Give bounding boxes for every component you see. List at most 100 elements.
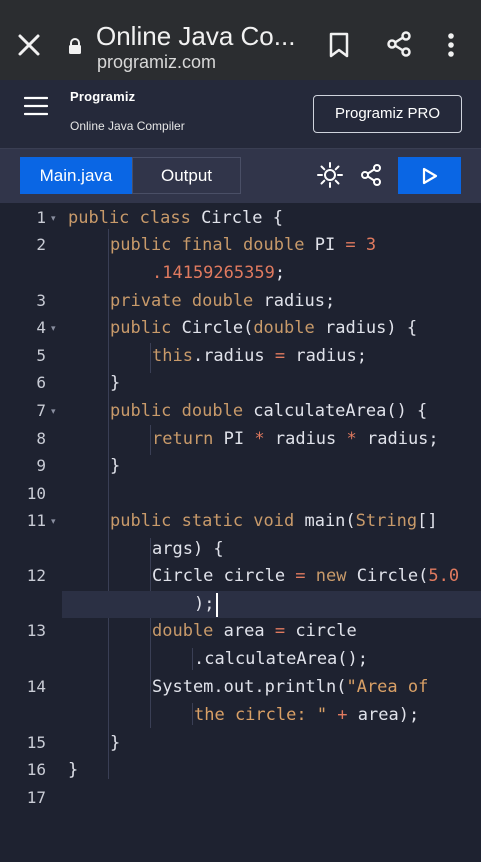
code-line[interactable]: the circle: " + area); xyxy=(194,705,419,725)
line-number: 8 xyxy=(36,429,46,448)
code-token: public xyxy=(110,318,182,338)
code-line[interactable]: public Circle(double radius) { xyxy=(110,318,417,338)
code-line[interactable]: .14159265359; xyxy=(152,263,285,283)
code-token: = xyxy=(274,346,296,366)
play-icon xyxy=(422,167,438,185)
code-editor[interactable]: 1 ▾ 2 3 4 ▾ 5 6 7 ▾ 8 9 10 11 ▾ 12 13 14 15 16 17 public cla… xyxy=(0,203,481,862)
code-token: = xyxy=(345,235,366,255)
code-line[interactable]: Circle circle = new Circle(5.0 xyxy=(152,566,459,586)
code-token: area); xyxy=(357,705,420,725)
code-token: PI xyxy=(314,235,346,255)
code-token: PI xyxy=(223,429,255,449)
code-token: radius xyxy=(274,429,347,449)
bookmark-icon[interactable] xyxy=(328,32,350,58)
code-line[interactable]: } xyxy=(68,760,78,780)
code-line[interactable]: .calculateArea(); xyxy=(194,649,368,669)
tab-output[interactable]: Output xyxy=(132,157,241,194)
run-button[interactable] xyxy=(398,157,461,194)
line-number: 5 xyxy=(36,346,46,365)
menu-icon[interactable] xyxy=(24,96,48,116)
active-line-highlight xyxy=(62,591,481,618)
code-line[interactable]: return PI * radius * radius; xyxy=(152,429,439,449)
code-line[interactable]: args) { xyxy=(152,539,224,559)
code-line[interactable]: public class Circle { xyxy=(68,208,283,228)
line-number: 14 xyxy=(26,677,46,696)
code-token: ; xyxy=(274,263,286,283)
code-token: System.out.println( xyxy=(152,677,347,697)
editor-tab-bar: Main.java Output xyxy=(0,148,481,203)
code-token: main( xyxy=(304,511,356,531)
close-icon[interactable] xyxy=(16,32,42,58)
code-token: calculateArea() { xyxy=(253,401,428,421)
page-title[interactable]: Online Java Co... xyxy=(96,20,295,52)
line-number: 6 xyxy=(36,373,46,392)
code-token: private double xyxy=(110,291,264,311)
code-line[interactable]: } xyxy=(110,456,120,476)
code-token: } xyxy=(110,373,121,393)
line-number: 2 xyxy=(36,235,46,254)
code-token: .14159265359 xyxy=(152,263,275,283)
code-line[interactable]: } xyxy=(110,733,120,753)
code-line[interactable]: ); xyxy=(194,594,214,614)
line-number: 17 xyxy=(26,788,46,807)
code-token: } xyxy=(110,456,121,476)
indent-guide xyxy=(150,425,151,455)
line-number: 9 xyxy=(36,456,46,475)
code-token: area xyxy=(223,621,275,641)
code-token: public class xyxy=(68,208,202,228)
lock-icon xyxy=(69,38,81,54)
brand-logo[interactable]: Programiz xyxy=(70,89,135,104)
code-token: [] xyxy=(417,511,438,531)
indent-guide xyxy=(192,648,193,670)
code-line[interactable]: System.out.println("Area of xyxy=(152,677,428,697)
fold-arrow-icon[interactable]: ▾ xyxy=(51,512,56,532)
theme-toggle-icon[interactable] xyxy=(317,162,343,188)
code-line[interactable]: private double radius; xyxy=(110,291,335,311)
code-token: } xyxy=(110,733,121,753)
fold-arrow-icon[interactable]: ▾ xyxy=(51,209,56,229)
code-token: args) { xyxy=(152,539,224,559)
indent-guide xyxy=(150,343,151,373)
code-line[interactable]: public final double PI = 3 xyxy=(110,235,376,255)
line-number: 1 xyxy=(36,208,46,227)
fold-arrow-icon[interactable]: ▾ xyxy=(51,319,56,339)
code-token: radius; xyxy=(263,291,336,311)
code-token: public double xyxy=(110,401,254,421)
site-header: Programiz Online Java Compiler Programiz… xyxy=(0,80,481,148)
code-token: public final double xyxy=(110,235,315,255)
indent-guide xyxy=(108,229,109,779)
programiz-pro-button[interactable]: Programiz PRO xyxy=(313,95,462,133)
code-token: this xyxy=(152,346,193,366)
code-line[interactable]: this.radius = radius; xyxy=(152,346,367,366)
line-number: 13 xyxy=(26,621,46,640)
code-token: the circle: " xyxy=(194,705,338,725)
code-token: Circle( xyxy=(356,566,429,586)
line-number: 3 xyxy=(36,291,46,310)
code-token: 5.0 xyxy=(428,566,460,586)
share-icon[interactable] xyxy=(385,30,413,58)
line-number: 12 xyxy=(26,566,46,585)
more-options-icon[interactable] xyxy=(443,31,459,59)
line-number: 11 xyxy=(26,511,46,530)
code-line[interactable]: public static void main(String[] xyxy=(110,511,438,531)
code-token: return xyxy=(152,429,224,449)
code-token: double xyxy=(253,318,325,338)
tab-main-java[interactable]: Main.java xyxy=(20,157,132,194)
code-token: .calculateArea(); xyxy=(194,649,368,669)
code-token: "Area of xyxy=(346,677,429,697)
code-token: = xyxy=(274,621,296,641)
code-token: Circle( xyxy=(181,318,254,338)
browser-toolbar: Online Java Co... programiz.com xyxy=(0,0,481,80)
page-url[interactable]: programiz.com xyxy=(97,52,216,72)
code-token: * xyxy=(346,429,367,449)
code-token: radius; xyxy=(295,346,367,366)
share-code-icon[interactable] xyxy=(359,163,383,187)
code-line[interactable]: public double calculateArea() { xyxy=(110,401,427,421)
code-token: .radius xyxy=(192,346,275,366)
code-line[interactable]: } xyxy=(110,373,120,393)
code-token: new xyxy=(315,566,357,586)
fold-arrow-icon[interactable]: ▾ xyxy=(51,402,56,422)
code-token: public static void xyxy=(110,511,305,531)
indent-guide xyxy=(192,703,193,725)
code-line[interactable]: double area = circle xyxy=(152,621,357,641)
